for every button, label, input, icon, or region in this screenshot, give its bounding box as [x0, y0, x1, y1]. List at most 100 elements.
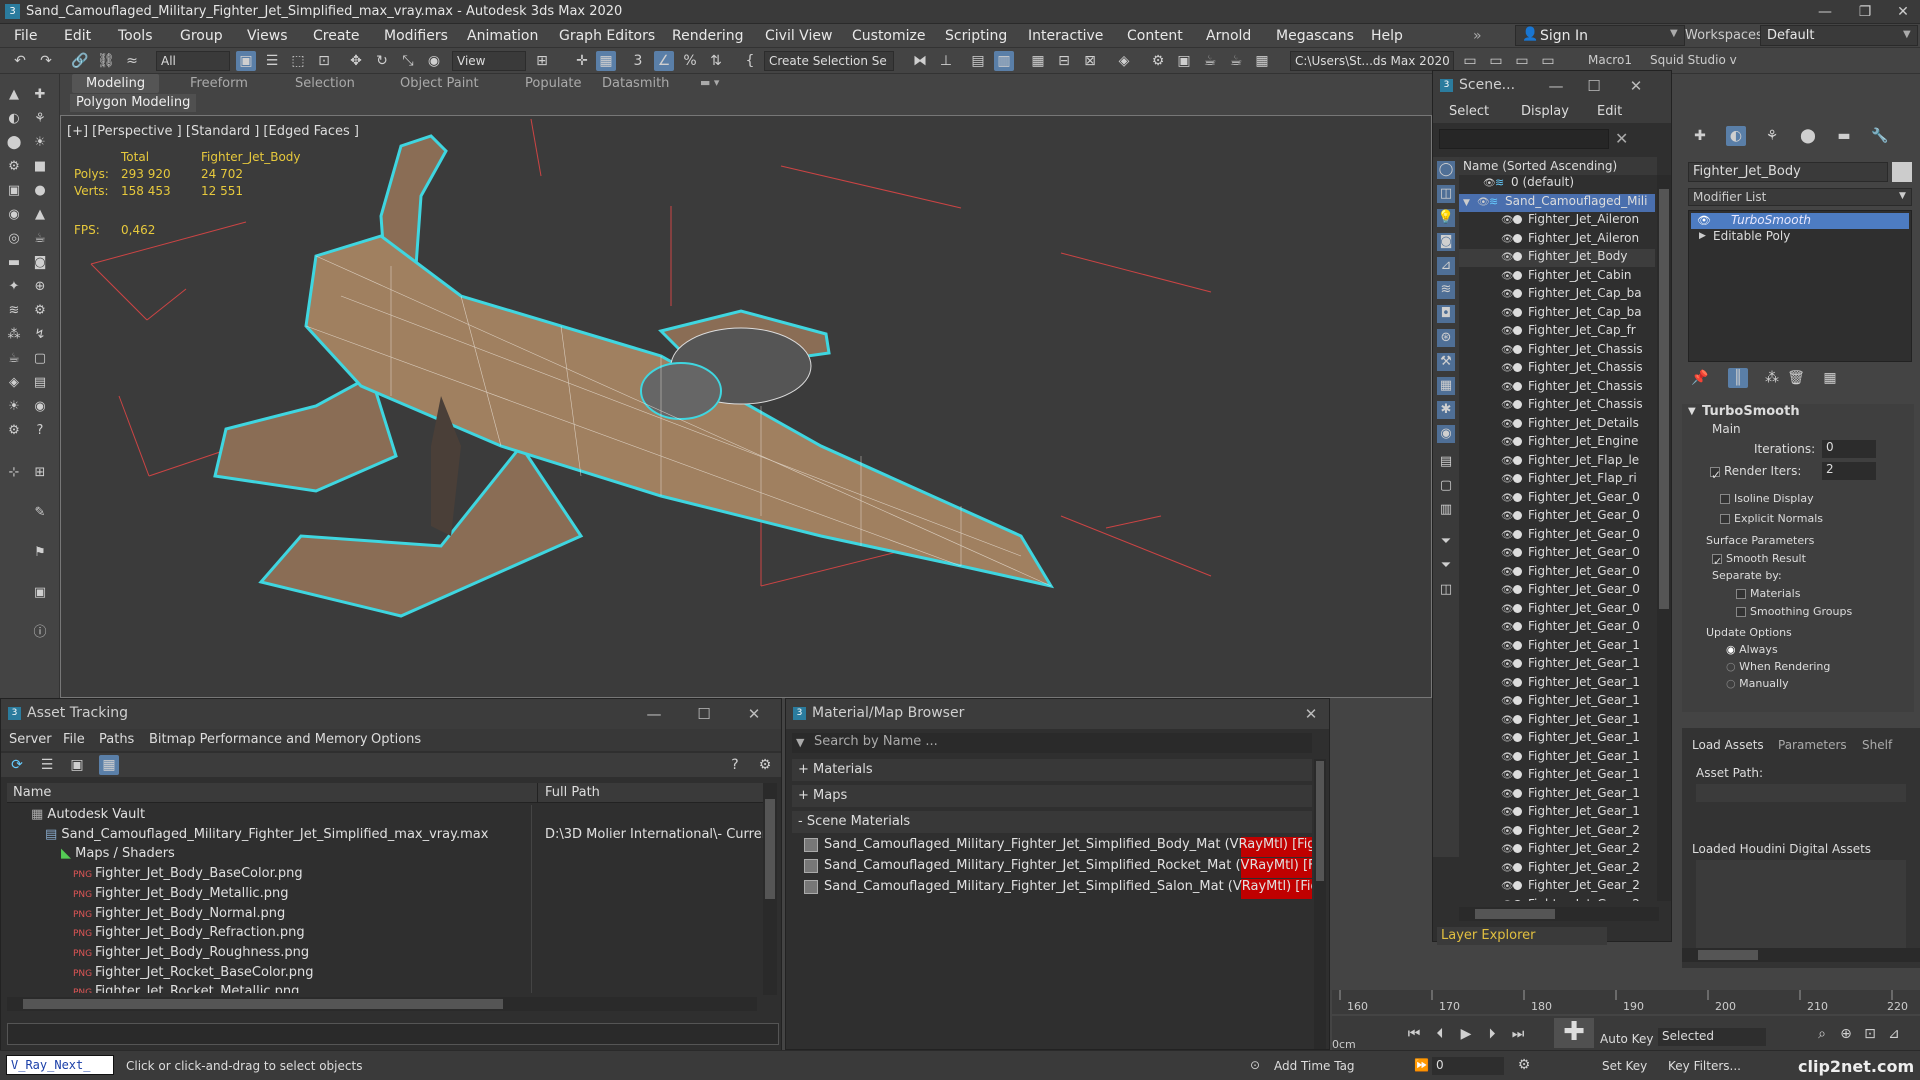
- scene-search-input[interactable]: [1439, 129, 1609, 149]
- eye-icon[interactable]: 👁: [1501, 770, 1514, 781]
- stack-item-turbosmooth[interactable]: TurboSmooth: [1691, 213, 1909, 229]
- list-view-icon[interactable]: ☰: [37, 755, 57, 775]
- group-maps[interactable]: + Maps: [792, 785, 1312, 807]
- project-folder-icon[interactable]: ▭: [1460, 51, 1480, 71]
- scene-explorer-icon[interactable]: ▤: [968, 51, 988, 71]
- add-key-icon[interactable]: ✚: [1554, 1018, 1594, 1048]
- help-icon[interactable]: ?: [31, 422, 49, 440]
- material-search-input[interactable]: Search by Name ...: [792, 733, 1312, 753]
- frame-icon[interactable]: ▣: [31, 584, 49, 602]
- scene-node-row[interactable]: 👁 Fighter_Jet_Gear_1: [1459, 693, 1655, 711]
- select-icon[interactable]: ▲: [5, 86, 23, 104]
- asset-row[interactable]: ◣ Maps / Shaders: [7, 844, 767, 864]
- sun-icon[interactable]: ☀: [5, 398, 23, 416]
- materials-checkbox[interactable]: [1736, 589, 1746, 599]
- viewport-label[interactable]: [+] [Perspective ] [Standard ] [Edged Fa…: [67, 124, 359, 139]
- render-iters-checkbox[interactable]: ✓: [1710, 466, 1721, 482]
- eye-icon[interactable]: 👁: [1501, 419, 1514, 430]
- filter-shapes-icon[interactable]: ◫: [1437, 185, 1455, 203]
- scene-node-row[interactable]: 👁 Fighter_Jet_Chassis: [1459, 379, 1655, 397]
- search-options-icon[interactable]: ▼: [796, 736, 804, 749]
- column-full-path[interactable]: Full Path: [545, 785, 600, 800]
- menu-views[interactable]: Views: [247, 28, 288, 44]
- reference-coord-dropdown[interactable]: View: [452, 51, 526, 71]
- material-vscrollbar[interactable]: [1314, 759, 1326, 1049]
- when-rendering-radio[interactable]: ○ When Rendering: [1726, 660, 1830, 673]
- walk-icon[interactable]: ⚑: [31, 544, 49, 562]
- column-header-name[interactable]: Name (Sorted Ascending): [1459, 157, 1657, 175]
- hierarchy-tab-icon[interactable]: ⚘: [1762, 126, 1782, 146]
- layer-explorer-dropdown[interactable]: Layer Explorer: [1437, 927, 1607, 945]
- key-mode-icon[interactable]: ⏩: [1414, 1058, 1429, 1072]
- menu-help[interactable]: Help: [1371, 28, 1403, 44]
- manually-radio[interactable]: ○ Manually: [1726, 677, 1789, 690]
- maximize-button[interactable]: ☐: [1581, 75, 1607, 97]
- info-icon[interactable]: ⓘ: [31, 624, 49, 642]
- settings-icon[interactable]: ⚙: [755, 755, 775, 775]
- tab-modeling[interactable]: Modeling: [72, 74, 160, 93]
- menu-options[interactable]: Options: [371, 732, 421, 747]
- move-icon[interactable]: ✥: [346, 51, 366, 71]
- eye-icon[interactable]: 👁: [1501, 400, 1514, 411]
- scene-node-row[interactable]: 👁 Fighter_Jet_Gear_2: [1459, 841, 1655, 859]
- scene-node-row[interactable]: 👁 Fighter_Jet_Flap_ri: [1459, 471, 1655, 489]
- asset-row[interactable]: PNG Fighter_Jet_Body_Metallic.png: [7, 884, 767, 904]
- funnel-icon[interactable]: ⏷: [1437, 557, 1455, 575]
- filter-geometry-icon[interactable]: ◯: [1437, 161, 1455, 179]
- field-of-view-icon[interactable]: ⊿: [1884, 1024, 1904, 1044]
- keyboard-shortcut-icon[interactable]: ▦: [596, 51, 616, 71]
- expand-arrow-icon[interactable]: ▶: [1699, 231, 1706, 241]
- eye-icon[interactable]: 👁: [1477, 197, 1490, 208]
- eye-icon[interactable]: 👁: [1501, 474, 1514, 485]
- scene-node-row[interactable]: 👁 Fighter_Jet_Gear_0: [1459, 545, 1655, 563]
- asset-tracking-titlebar[interactable]: 3 Asset Tracking — ☐ ✕: [1, 699, 781, 729]
- asset-row[interactable]: ▤ Sand_Camouflaged_Military_Fighter_Jet_…: [7, 825, 767, 845]
- current-frame-spinner[interactable]: 0: [1432, 1057, 1504, 1075]
- macro-button[interactable]: Macro1: [1588, 53, 1632, 67]
- scene-node-row[interactable]: 👁 Fighter_Jet_Gear_2: [1459, 878, 1655, 896]
- render-setup-icon[interactable]: ⚙: [1148, 51, 1168, 71]
- close-button[interactable]: ✕: [1623, 75, 1649, 97]
- menu-interactive[interactable]: Interactive: [1028, 28, 1103, 44]
- filter-all-icon[interactable]: ▤: [1437, 453, 1455, 471]
- scene-node-row[interactable]: 👁 Fighter_Jet_Cabin: [1459, 268, 1655, 286]
- angle-snap-icon[interactable]: ∠: [654, 51, 674, 71]
- iterations-spinner[interactable]: 0: [1822, 440, 1876, 458]
- asset-path-input[interactable]: [1696, 784, 1906, 802]
- scene-material-row[interactable]: Sand_Camouflaged_Military_Fighter_Jet_Si…: [804, 858, 1312, 878]
- project-path-dropdown[interactable]: C:\Users\St...ds Max 2020: [1290, 51, 1454, 71]
- menu-customize[interactable]: Customize: [852, 28, 926, 44]
- filter-lights-icon[interactable]: 💡: [1437, 209, 1455, 227]
- eye-icon[interactable]: 👁: [1501, 826, 1514, 837]
- snaps-toggle-icon[interactable]: 3: [628, 51, 648, 71]
- workspace-dropdown[interactable]: Default ▼: [1760, 25, 1918, 46]
- minimize-button[interactable]: —: [1543, 75, 1569, 97]
- timeline-ruler[interactable]: 160 170 180 190 200 210 220: [1332, 990, 1920, 1014]
- eye-icon[interactable]: 👁: [1501, 511, 1514, 522]
- motion-tab-icon[interactable]: ⬤: [1798, 126, 1818, 146]
- percent-snap-icon[interactable]: %: [680, 51, 700, 71]
- selection-set-dropdown[interactable]: Selected: [1658, 1028, 1766, 1046]
- utilities-tab-icon[interactable]: 🔧: [1870, 126, 1890, 146]
- curve-editor-icon[interactable]: ⊟: [1054, 51, 1074, 71]
- asset-row[interactable]: PNG Fighter_Jet_Body_BaseColor.png: [7, 864, 767, 884]
- eye-icon[interactable]: 👁: [1501, 363, 1514, 374]
- render-iters-spinner[interactable]: 2: [1822, 462, 1876, 480]
- eye-icon[interactable]: 👁: [1501, 678, 1514, 689]
- layer-explorer-icon[interactable]: ▥: [994, 51, 1014, 71]
- column-divider[interactable]: [537, 783, 538, 803]
- scene-node-row[interactable]: 👁 Fighter_Jet_Chassis: [1459, 360, 1655, 378]
- ribbon-toggle-icon[interactable]: ▦: [1028, 51, 1048, 71]
- time-tag-icon[interactable]: ⊙: [1250, 1058, 1260, 1072]
- eye-icon[interactable]: 👁: [1501, 215, 1514, 226]
- menu-file[interactable]: File: [14, 28, 37, 44]
- selection-filter-dropdown[interactable]: All: [156, 51, 230, 71]
- grid-icon[interactable]: ⊞: [31, 464, 49, 482]
- eye-icon[interactable]: 👁: [1501, 382, 1514, 393]
- tab-shelf[interactable]: Shelf: [1862, 738, 1892, 752]
- scene-node-row[interactable]: 👁 Fighter_Jet_Gear_1: [1459, 786, 1655, 804]
- render-icon[interactable]: ☕: [5, 350, 23, 368]
- smoothing-groups-toggle[interactable]: Smoothing Groups: [1736, 605, 1852, 618]
- scene-node-row[interactable]: 👁 Fighter_Jet_Gear_2: [1459, 860, 1655, 878]
- scene-node-row[interactable]: 👁 Fighter_Jet_Cap_ba: [1459, 286, 1655, 304]
